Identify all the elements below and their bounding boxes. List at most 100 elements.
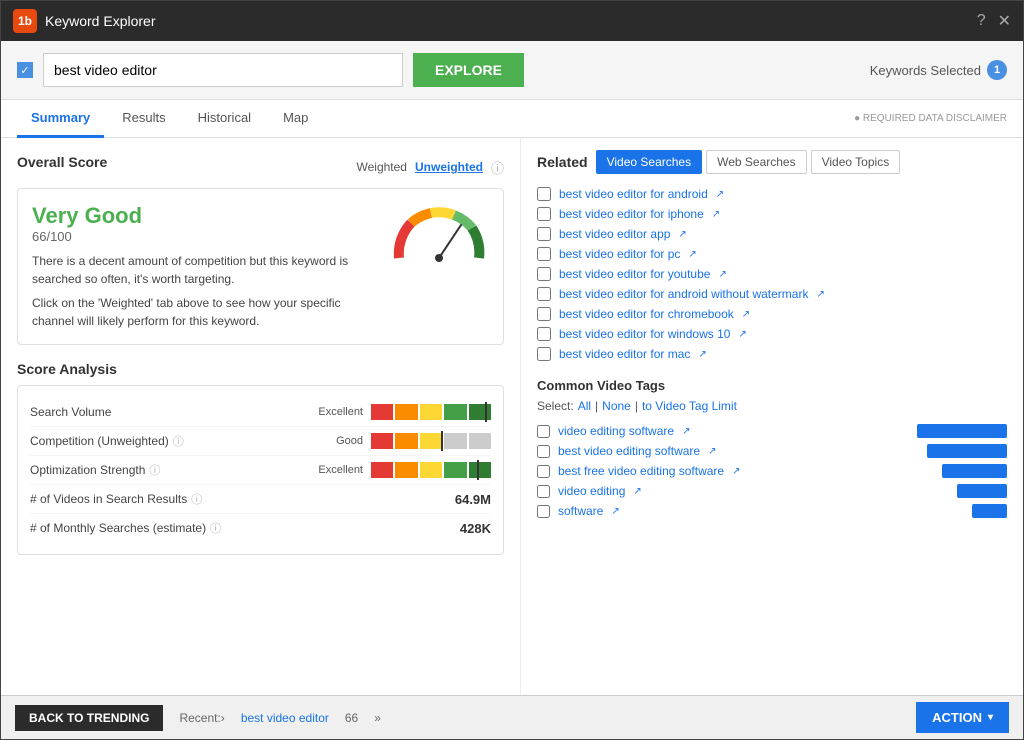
right-panel: Related Video Searches Web Searches Vide…: [521, 138, 1023, 695]
analysis-rating-search-volume: Excellent: [303, 406, 363, 418]
search-checkbox[interactable]: ✓: [17, 62, 33, 78]
ext-icon-8: ↗: [698, 349, 706, 360]
keyword-link-5[interactable]: best video editor for android without wa…: [559, 287, 808, 301]
analysis-row-videos: # of Videos in Search Results ⓘ 64.9M: [30, 485, 491, 514]
tag-checkbox-3[interactable]: [537, 485, 550, 498]
keywords-badge: 1: [987, 60, 1007, 80]
close-button[interactable]: ✕: [998, 11, 1011, 31]
analysis-row-search-volume: Search Volume Excellent: [30, 398, 491, 427]
disclaimer-text: ● REQUIRED DATA DISCLAIMER: [854, 113, 1007, 124]
analysis-rating-optimization: Excellent: [303, 464, 363, 476]
tag-bar-0: [917, 424, 1007, 438]
tag-link-1[interactable]: best video editing software: [558, 444, 700, 458]
tag-link-3[interactable]: video editing: [558, 484, 625, 498]
keyword-link-8[interactable]: best video editor for mac: [559, 347, 690, 361]
tab-results[interactable]: Results: [108, 100, 179, 138]
tag-bar-4: [972, 504, 1007, 518]
optimization-info-icon[interactable]: ⓘ: [149, 462, 160, 478]
recent-prefix: Recent:›: [179, 711, 224, 725]
ext-icon-4: ↗: [718, 269, 726, 280]
score-info-icon[interactable]: ⓘ: [491, 158, 504, 177]
keyword-checkbox-0[interactable]: [537, 187, 551, 201]
unweighted-tab[interactable]: Unweighted: [415, 160, 483, 174]
list-item: best video editor for android ↗: [537, 184, 1007, 204]
tab-historical[interactable]: Historical: [184, 100, 265, 138]
analysis-label-optimization: Optimization Strength ⓘ: [30, 462, 303, 478]
tab-video-topics[interactable]: Video Topics: [811, 150, 901, 174]
help-button[interactable]: ?: [977, 12, 986, 30]
back-to-trending-button[interactable]: BACK TO TRENDING: [15, 705, 163, 731]
keyword-checkbox-7[interactable]: [537, 327, 551, 341]
keyword-link-2[interactable]: best video editor app: [559, 227, 670, 241]
analysis-label-monthly: # of Monthly Searches (estimate) ⓘ: [30, 520, 423, 536]
score-info: Very Good 66/100 There is a decent amoun…: [32, 203, 373, 330]
score-analysis-section: Score Analysis Search Volume Excellent: [17, 361, 504, 555]
main-tabs: Summary Results Historical Map ● REQUIRE…: [1, 100, 1023, 138]
tab-map[interactable]: Map: [269, 100, 322, 138]
keyword-link-6[interactable]: best video editor for chromebook: [559, 307, 734, 321]
select-limit-link[interactable]: to Video Tag Limit: [642, 399, 737, 413]
tag-ext-0: ↗: [682, 426, 690, 437]
tag-row: best free video editing software ↗: [537, 461, 1007, 481]
tag-checkbox-4[interactable]: [537, 505, 550, 518]
analysis-row-optimization: Optimization Strength ⓘ Excellent: [30, 456, 491, 485]
gauge-chart: [389, 203, 489, 266]
analysis-row-competition: Competition (Unweighted) ⓘ Good: [30, 427, 491, 456]
score-analysis-title: Score Analysis: [17, 361, 117, 377]
action-label: ACTION: [932, 710, 982, 725]
tag-link-4[interactable]: software: [558, 504, 603, 518]
keyword-link-0[interactable]: best video editor for android: [559, 187, 708, 201]
select-all-link[interactable]: All: [578, 399, 591, 413]
bar-optimization: [371, 462, 491, 478]
score-box: Very Good 66/100 There is a decent amoun…: [17, 188, 504, 345]
tag-ext-1: ↗: [708, 446, 716, 457]
tag-link-0[interactable]: video editing software: [558, 424, 674, 438]
keyword-checkbox-3[interactable]: [537, 247, 551, 261]
list-item: best video editor for android without wa…: [537, 284, 1007, 304]
tag-row: software ↗: [537, 501, 1007, 521]
keyword-checkbox-5[interactable]: [537, 287, 551, 301]
list-item: best video editor for chromebook ↗: [537, 304, 1007, 324]
tab-video-searches[interactable]: Video Searches: [596, 150, 703, 174]
analysis-box: Search Volume Excellent: [17, 385, 504, 555]
tag-checkbox-0[interactable]: [537, 425, 550, 438]
list-item: best video editor for windows 10 ↗: [537, 324, 1007, 344]
keyword-checkbox-6[interactable]: [537, 307, 551, 321]
analysis-value-monthly: 428K: [431, 521, 491, 536]
tag-link-2[interactable]: best free video editing software: [558, 464, 724, 478]
left-panel: Overall Score Weighted Unweighted ⓘ Very…: [1, 138, 521, 695]
score-desc-1: There is a decent amount of competition …: [32, 252, 373, 288]
monthly-info-icon[interactable]: ⓘ: [210, 520, 221, 536]
ext-icon-6: ↗: [742, 309, 750, 320]
tab-summary[interactable]: Summary: [17, 100, 104, 138]
app-title: Keyword Explorer: [45, 13, 977, 29]
analysis-label-search-volume: Search Volume: [30, 405, 303, 419]
action-button[interactable]: ACTION ▾: [916, 702, 1009, 733]
keyword-link-4[interactable]: best video editor for youtube: [559, 267, 710, 281]
main-content: Overall Score Weighted Unweighted ⓘ Very…: [1, 138, 1023, 695]
keyword-link-3[interactable]: best video editor for pc: [559, 247, 680, 261]
select-label: Select:: [537, 399, 574, 413]
tag-checkbox-2[interactable]: [537, 465, 550, 478]
tag-checkbox-1[interactable]: [537, 445, 550, 458]
recent-keyword-link[interactable]: best video editor: [241, 711, 329, 725]
keyword-checkbox-4[interactable]: [537, 267, 551, 281]
title-bar-controls: ? ✕: [977, 11, 1011, 31]
explore-button[interactable]: EXPLORE: [413, 53, 524, 87]
tab-web-searches[interactable]: Web Searches: [706, 150, 807, 174]
videos-info-icon[interactable]: ⓘ: [191, 491, 202, 507]
keyword-link-1[interactable]: best video editor for iphone: [559, 207, 704, 221]
tags-select-row: Select: All | None | to Video Tag Limit: [537, 399, 1007, 413]
select-none-link[interactable]: None: [602, 399, 631, 413]
keyword-link-7[interactable]: best video editor for windows 10: [559, 327, 730, 341]
competition-info-icon[interactable]: ⓘ: [173, 433, 184, 449]
weighted-tab[interactable]: Weighted: [357, 160, 407, 174]
keywords-selected-label: Keywords Selected: [870, 63, 981, 78]
tag-bar-1: [927, 444, 1007, 458]
keyword-checkbox-1[interactable]: [537, 207, 551, 221]
keyword-checkbox-2[interactable]: [537, 227, 551, 241]
keyword-checkbox-8[interactable]: [537, 347, 551, 361]
ext-icon-0: ↗: [716, 189, 724, 200]
search-input[interactable]: [43, 53, 403, 87]
bottom-bar: BACK TO TRENDING Recent:› best video edi…: [1, 695, 1023, 739]
